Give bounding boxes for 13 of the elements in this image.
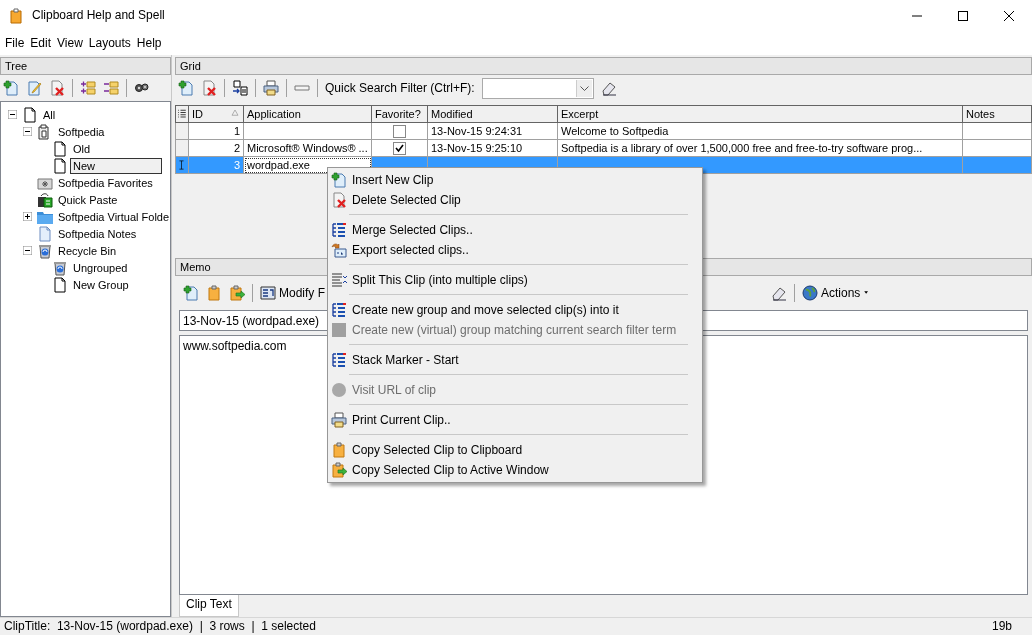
window-title: Clipboard Help and Spell bbox=[32, 8, 166, 23]
table-cell: Microsoft® Windows® ... bbox=[243, 139, 372, 157]
status-size: 19b bbox=[991, 619, 1012, 634]
table-cell: 13-Nov-15 9:24:31 bbox=[427, 122, 558, 140]
table-cell: 13-Nov-15 9:25:10 bbox=[427, 139, 558, 157]
panel-header: Grid bbox=[175, 57, 1032, 75]
table-cell: 2 bbox=[188, 139, 244, 157]
search-label: Quick Search Filter (Ctrl+F): bbox=[325, 80, 475, 96]
panel-header: Tree bbox=[0, 57, 171, 75]
table-cell: Softpedia is a library of over 1,500,000 free and free-to-try software prog... bbox=[557, 139, 963, 157]
table-cell: 1 bbox=[188, 122, 244, 140]
table-cell: Welcome to Softpedia bbox=[557, 122, 963, 140]
status-text: ClipTitle: 13-Nov-15 (wordpad.exe) | 3 rows | 1 selected bbox=[4, 619, 317, 634]
